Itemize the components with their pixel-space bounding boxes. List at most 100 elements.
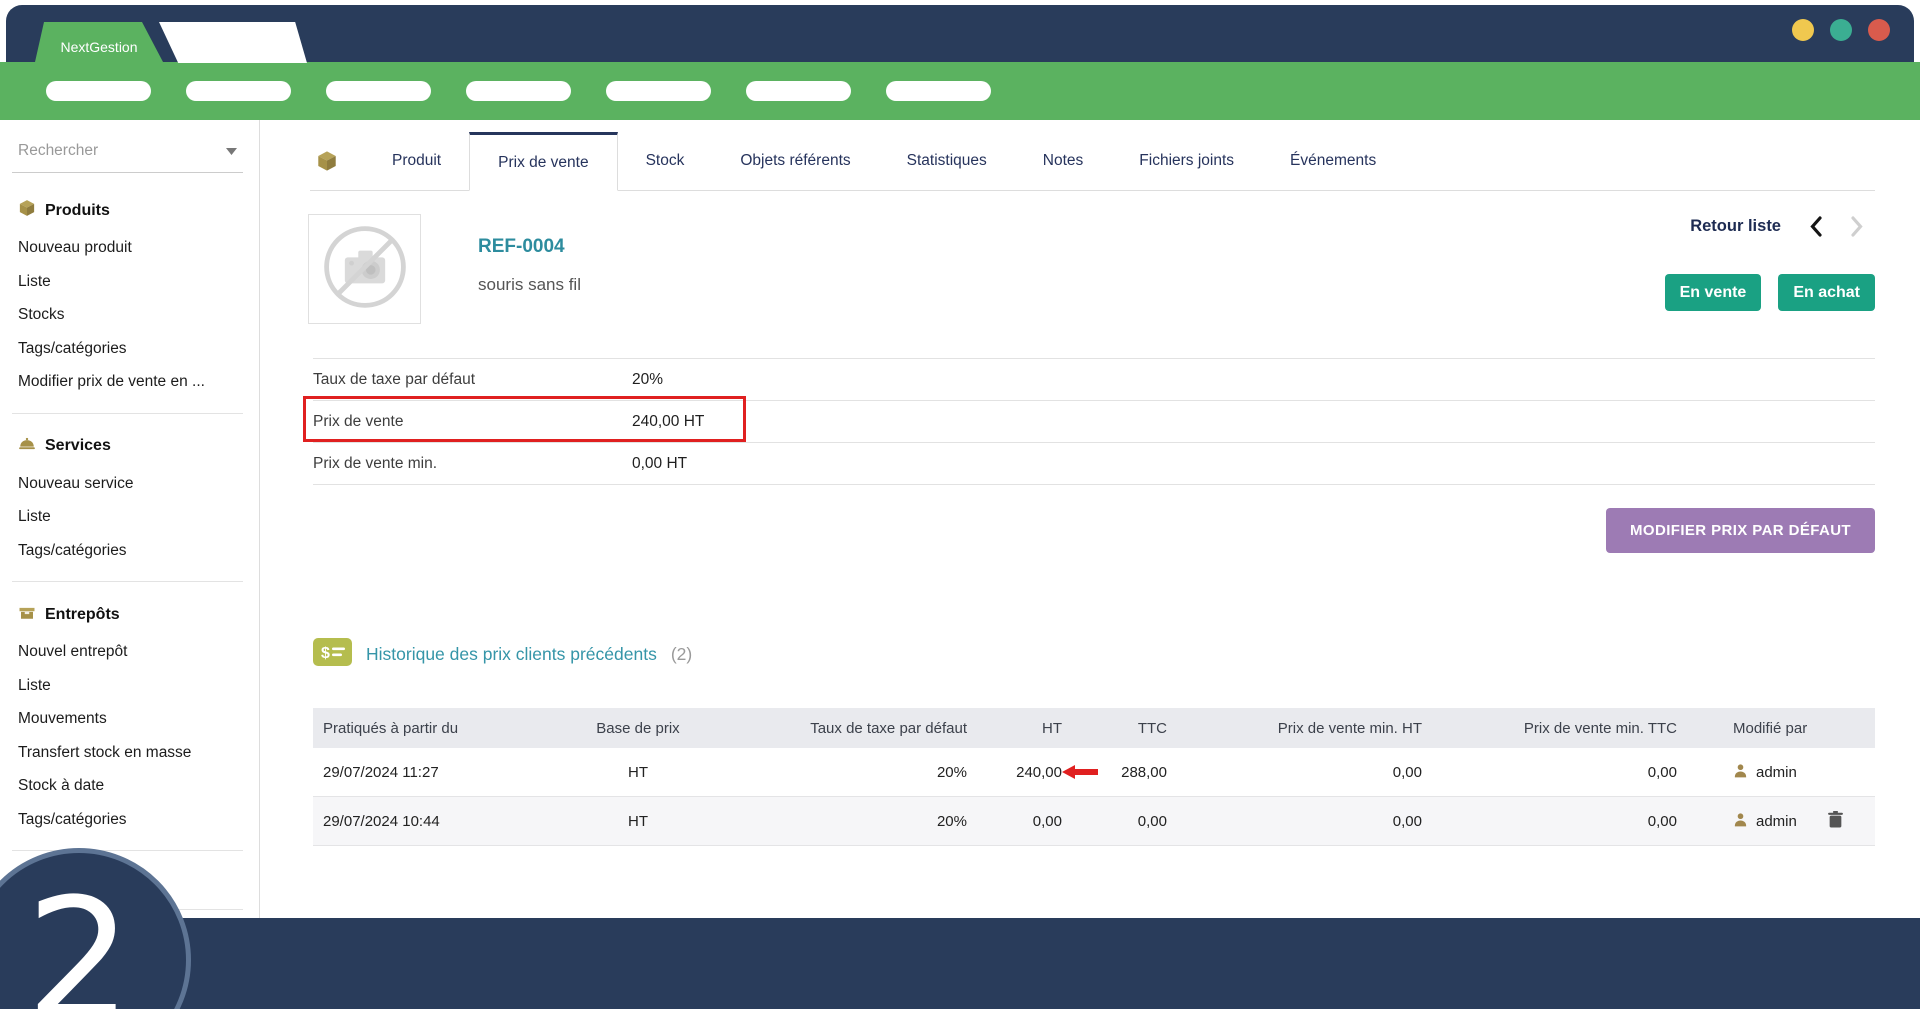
footer-bar — [0, 918, 1920, 1009]
sidebar-item-liste-entrepots[interactable]: Liste — [18, 669, 259, 703]
modifier-prix-button[interactable]: MODIFIER PRIX PAR DÉFAUT — [1606, 508, 1875, 553]
cell-date: 29/07/2024 10:44 — [313, 797, 543, 846]
cell-taux: 20% — [733, 797, 983, 846]
history-title: Historique des prix clients précédents — [366, 644, 657, 665]
detail-label: Taux de taxe par défaut — [313, 371, 632, 389]
chevron-left-icon[interactable] — [1808, 216, 1823, 237]
sidebar-item-stock-a-date[interactable]: Stock à date — [18, 769, 259, 803]
col-header: HT — [983, 708, 1078, 748]
retour-liste-link[interactable]: Retour liste — [1690, 217, 1781, 236]
tab-prix-de-vente[interactable]: Prix de vente — [469, 132, 617, 191]
cell-ht: 0,00 — [983, 797, 1078, 846]
sidebar-section-produits: Produits Nouveau produit Liste Stocks Ta… — [18, 199, 259, 399]
tab-objets-referents[interactable]: Objets référents — [712, 132, 878, 190]
en-vente-button[interactable]: En vente — [1665, 274, 1762, 311]
history-count: (2) — [671, 644, 692, 665]
tab-produit[interactable]: Produit — [364, 132, 469, 190]
divider — [12, 581, 243, 582]
cell-ttc: 0,00 — [1078, 797, 1183, 846]
cell-min-ttc: 0,00 — [1438, 797, 1693, 846]
price-history-table: Pratiqués à partir du Base de prix Taux … — [313, 708, 1875, 846]
price-details: Taux de taxe par défaut 20% Prix de vent… — [313, 358, 1875, 485]
main-content: Produit Prix de vente Stock Objets référ… — [260, 120, 1920, 918]
cell-user: admin — [1693, 797, 1828, 846]
sidebar-item-nouvel-entrepot[interactable]: Nouvel entrepôt — [18, 635, 259, 669]
product-reference: REF-0004 — [478, 236, 565, 258]
sidebar-section-title: Produits — [45, 202, 110, 220]
nav-item-redacted[interactable] — [466, 81, 571, 101]
cell-actions — [1828, 797, 1875, 846]
sidebar-item-transfert-stock[interactable]: Transfert stock en masse — [18, 736, 259, 770]
no-camera-icon — [317, 219, 413, 320]
sidebar-item-tags-entrepots[interactable]: Tags/catégories — [18, 803, 259, 837]
tab-fichiers-joints[interactable]: Fichiers joints — [1111, 132, 1262, 190]
nav-item-redacted[interactable] — [746, 81, 851, 101]
tab-stock[interactable]: Stock — [618, 132, 713, 190]
sidebar-item-liste-produits[interactable]: Liste — [18, 265, 259, 299]
sidebar-section-services: Services Nouveau service Liste Tags/caté… — [18, 435, 259, 568]
package-icon — [18, 199, 36, 222]
nav-item-redacted[interactable] — [886, 81, 991, 101]
search-input[interactable]: Rechercher — [12, 136, 243, 173]
sidebar-item-tags-produits[interactable]: Tags/catégories — [18, 332, 259, 366]
nav-item-redacted[interactable] — [606, 81, 711, 101]
search-placeholder: Rechercher — [18, 142, 98, 160]
cell-min-ttc: 0,00 — [1438, 748, 1693, 797]
en-achat-button[interactable]: En achat — [1778, 274, 1875, 311]
col-header: Prix de vente min. HT — [1183, 708, 1438, 748]
tab-statistiques[interactable]: Statistiques — [879, 132, 1015, 190]
window-controls — [1792, 19, 1890, 41]
main-nav-bar — [0, 62, 1920, 120]
sidebar-item-nouveau-service[interactable]: Nouveau service — [18, 467, 259, 501]
user-icon — [1733, 763, 1748, 782]
col-header: TTC — [1078, 708, 1183, 748]
brand-label: NextGestion — [60, 39, 137, 55]
window-control-yellow[interactable] — [1792, 19, 1814, 41]
user-icon — [1733, 812, 1748, 831]
cell-taux: 20% — [733, 748, 983, 797]
redacted-tab[interactable] — [159, 22, 307, 63]
svg-text:$: $ — [321, 645, 330, 662]
chevron-right-icon[interactable] — [1850, 216, 1865, 237]
tab-evenements[interactable]: Événements — [1262, 132, 1404, 190]
cell-ttc: 288,00 — [1078, 748, 1183, 797]
sidebar-item-stocks[interactable]: Stocks — [18, 298, 259, 332]
brand-tab[interactable]: NextGestion — [35, 22, 163, 62]
price-list-icon: $ — [313, 638, 352, 671]
history-section-header: $ Historique des prix clients précédents… — [313, 638, 692, 671]
sidebar-item-liste-services[interactable]: Liste — [18, 500, 259, 534]
detail-row: Prix de vente min. 0,00 HT — [313, 442, 1875, 485]
sidebar-section-entrepots: Entrepôts Nouvel entrepôt Liste Mouvemen… — [18, 603, 259, 836]
col-header: Modifié par — [1693, 708, 1828, 748]
sidebar-item-modifier-prix[interactable]: Modifier prix de vente en ... — [18, 365, 259, 399]
chevron-down-icon[interactable] — [226, 142, 237, 160]
tab-notes[interactable]: Notes — [1015, 132, 1112, 190]
sidebar-section-title: Entrepôts — [45, 606, 120, 624]
app-window: NextGestion Rechercher — [0, 0, 1920, 1009]
col-header: Pratiqués à partir du — [313, 708, 543, 748]
window-control-teal[interactable] — [1830, 19, 1852, 41]
detail-label: Prix de vente min. — [313, 455, 632, 473]
nav-item-redacted[interactable] — [186, 81, 291, 101]
trash-icon[interactable] — [1828, 811, 1843, 828]
table-header-row: Pratiqués à partir du Base de prix Taux … — [313, 708, 1875, 748]
cloche-icon — [18, 435, 36, 458]
cell-min-ht: 0,00 — [1183, 797, 1438, 846]
sidebar-item-mouvements[interactable]: Mouvements — [18, 702, 259, 736]
nav-item-redacted[interactable] — [46, 81, 151, 101]
product-image-placeholder — [308, 214, 421, 324]
package-icon — [316, 132, 338, 190]
detail-row: Prix de vente 240,00 HT — [313, 400, 1875, 442]
window-control-red[interactable] — [1868, 19, 1890, 41]
sidebar-item-nouveau-produit[interactable]: Nouveau produit — [18, 231, 259, 265]
col-header: Taux de taxe par défaut — [733, 708, 983, 748]
cell-actions — [1828, 748, 1875, 797]
nav-item-redacted[interactable] — [326, 81, 431, 101]
detail-label: Prix de vente — [313, 413, 632, 431]
divider — [12, 413, 243, 414]
step-number: 2 — [26, 876, 133, 1009]
sidebar-item-tags-services[interactable]: Tags/catégories — [18, 534, 259, 568]
user-name: admin — [1756, 764, 1797, 781]
tab-bar: Produit Prix de vente Stock Objets référ… — [310, 132, 1875, 191]
detail-value: 0,00 HT — [632, 455, 687, 473]
